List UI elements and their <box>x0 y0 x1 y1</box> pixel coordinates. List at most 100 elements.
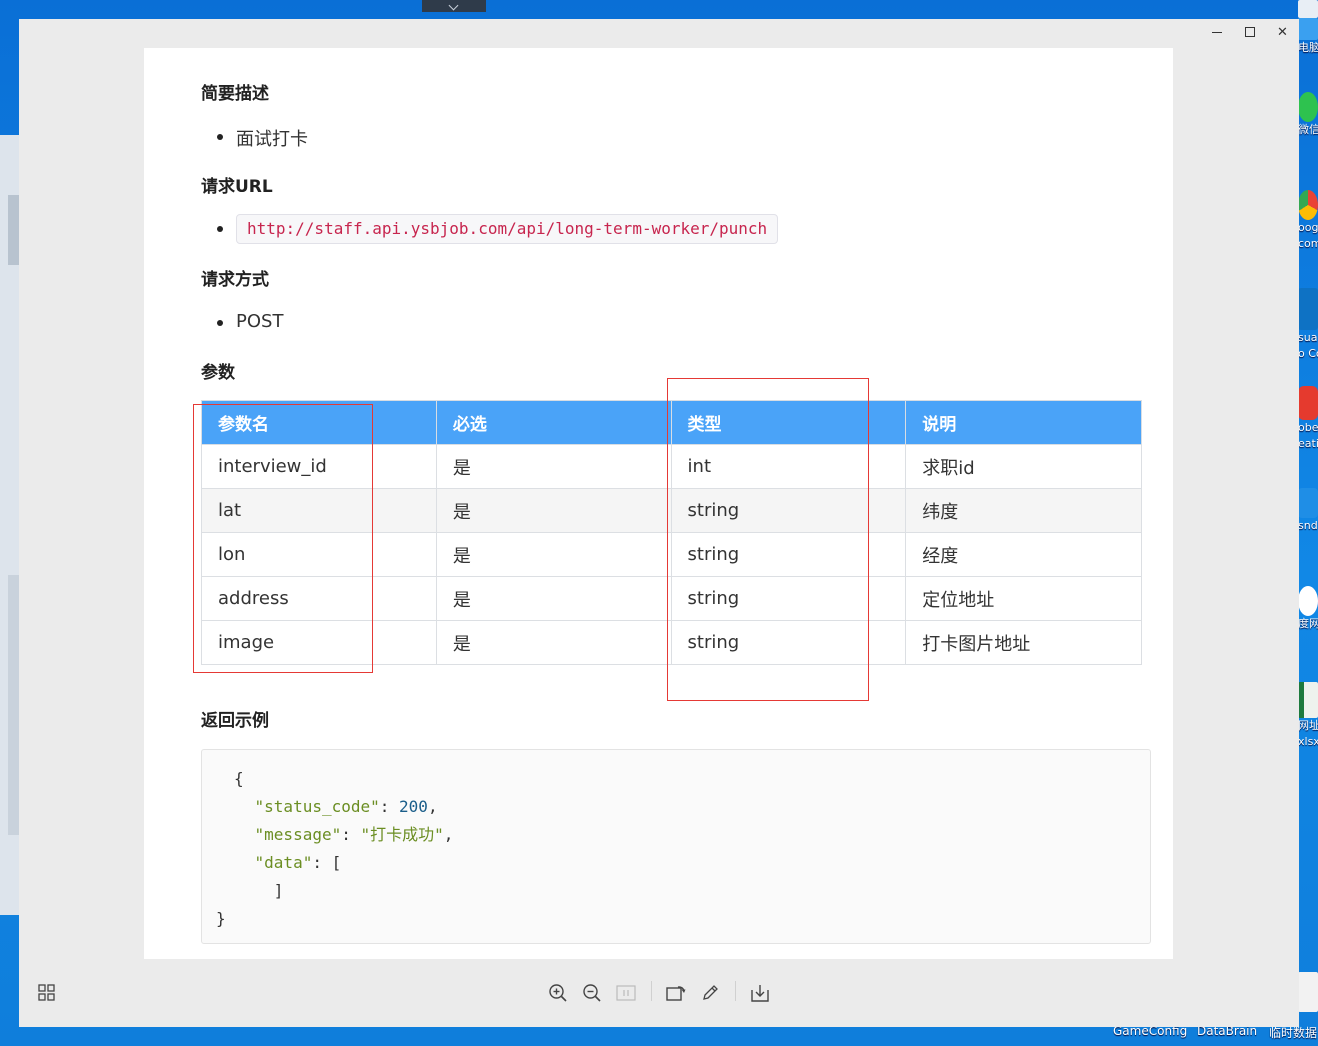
viewer-toolbar <box>19 969 1299 1019</box>
param-type: string <box>670 620 907 665</box>
close-button[interactable]: ✕ <box>1266 19 1299 45</box>
code-data-close: ] <box>273 881 284 900</box>
desktop-icon-recycle-bin[interactable] <box>1298 0 1318 18</box>
param-type: string <box>670 532 907 577</box>
param-description: 求职id <box>905 444 1142 489</box>
bullet-dot <box>217 226 223 232</box>
maximize-button[interactable] <box>1233 19 1266 45</box>
param-name: interview_id <box>201 444 437 489</box>
edit-button[interactable] <box>698 981 722 1005</box>
request-url-code: http://staff.api.ysbjob.com/api/long-ter… <box>236 214 779 244</box>
return-example-code: { "status_code": 200, "message": "打卡成功",… <box>201 749 1151 944</box>
rotate-button[interactable] <box>664 981 688 1005</box>
save-button[interactable] <box>748 981 772 1005</box>
code-key-message: "message" <box>254 825 342 844</box>
minimize-icon <box>1211 31 1222 33</box>
grid-view-button[interactable] <box>35 981 59 1005</box>
section-title-url: 请求URL <box>201 177 273 197</box>
desktop-icon-browser[interactable]: 度网盘 <box>1298 586 1318 632</box>
table-row: address 是 string 定位地址 <box>201 576 1142 621</box>
computer-icon <box>1298 18 1318 40</box>
cloud-drive-icon <box>1298 586 1318 616</box>
table-row: image 是 string 打卡图片地址 <box>201 620 1142 665</box>
desktop-icon-adobe[interactable]: obe eati <box>1298 386 1318 452</box>
param-required: 是 <box>435 576 672 621</box>
app-icon <box>1298 488 1318 518</box>
minimize-button[interactable] <box>1200 19 1233 45</box>
desktop-icon-document[interactable] <box>1298 972 1318 1012</box>
param-description: 定位地址 <box>905 576 1142 621</box>
param-required: 是 <box>435 620 672 665</box>
desktop-icon-this-pc[interactable]: 电脑 <box>1298 18 1318 56</box>
close-icon: ✕ <box>1277 24 1288 40</box>
table-row: interview_id 是 int 求职id <box>201 444 1142 489</box>
actual-size-button[interactable] <box>614 981 638 1005</box>
param-required: 是 <box>435 444 672 489</box>
image-viewer-window: ✕ 简要描述 面试打卡 请求URL http://staff.api.ysbjo… <box>19 19 1299 1027</box>
window-controls: ✕ <box>1200 19 1299 45</box>
param-required: 是 <box>435 532 672 577</box>
desktop-icon-label: 网址 xlsx <box>1298 719 1318 748</box>
code-close-brace: } <box>216 909 226 928</box>
desktop-icon-label: obe eati <box>1298 421 1318 450</box>
background-window-edge <box>0 135 20 915</box>
actual-size-icon <box>616 985 636 1001</box>
grid-icon <box>38 984 55 1001</box>
table-row: lat 是 string 纬度 <box>201 488 1142 533</box>
code-value-status-code: 200 <box>399 797 428 816</box>
param-name: image <box>201 620 437 665</box>
zoom-out-icon <box>583 984 601 1002</box>
section-title-description: 简要描述 <box>201 84 269 104</box>
desktop-icon-label: 微信 <box>1298 123 1318 136</box>
param-required: 是 <box>435 488 672 533</box>
code-open-brace: { <box>234 769 244 788</box>
desktop-icon-vscode[interactable]: sual o Co <box>1298 288 1318 362</box>
vscode-icon <box>1298 288 1318 330</box>
code-value-message: "打卡成功" <box>360 825 444 844</box>
desktop-icon-column: 电脑 微信 oogle com sual o Co obe eati snd 度… <box>1298 0 1318 1046</box>
param-name: address <box>201 576 437 621</box>
desktop-icon-label: oogle com <box>1298 221 1318 250</box>
column-header-required: 必选 <box>435 400 672 445</box>
document-icon <box>1298 972 1318 1012</box>
param-name: lon <box>201 532 437 577</box>
wechat-icon <box>1298 92 1318 122</box>
maximize-icon <box>1244 27 1255 37</box>
adobe-icon <box>1298 386 1318 420</box>
desktop-icon-label: 电脑 <box>1298 41 1318 54</box>
code-key-status-code: "status_code" <box>254 797 380 816</box>
param-description: 纬度 <box>905 488 1142 533</box>
chrome-icon <box>1298 190 1318 220</box>
code-key-data: "data" <box>254 853 313 872</box>
section-title-return: 返回示例 <box>201 711 269 731</box>
toolbar-separator <box>735 981 736 1001</box>
param-type: int <box>670 444 907 489</box>
column-header-type: 类型 <box>670 400 907 445</box>
save-icon <box>751 985 769 1002</box>
desktop-icon-app[interactable]: snd <box>1298 488 1318 534</box>
edit-icon <box>703 985 718 1000</box>
bullet-dot <box>217 134 223 140</box>
document-image: 简要描述 面试打卡 请求URL http://staff.api.ysbjob.… <box>144 48 1173 959</box>
zoom-in-button[interactable] <box>546 981 570 1005</box>
recycle-bin-icon <box>1298 0 1318 18</box>
desktop-icon-excel[interactable]: 网址 xlsx <box>1298 682 1318 750</box>
description-item: 面试打卡 <box>236 129 308 150</box>
zoom-out-button[interactable] <box>580 981 604 1005</box>
params-table: 参数名 必选 类型 说明 interview_id 是 int 求职id lat… <box>201 400 1142 665</box>
desktop-icon-wechat[interactable]: 微信 <box>1298 92 1318 138</box>
desktop-icon-label: sual o Co <box>1298 331 1318 360</box>
desktop-icon-chrome[interactable]: oogle com <box>1298 190 1318 252</box>
code-data-open: [ <box>331 853 342 872</box>
toolbar-separator <box>651 981 652 1001</box>
desktop-icon-label: snd <box>1298 519 1318 532</box>
zoom-in-icon <box>549 984 567 1002</box>
bullet-dot <box>217 320 223 326</box>
rotate-icon <box>666 986 686 1001</box>
section-title-params: 参数 <box>201 363 235 383</box>
desktop-top-tab[interactable] <box>422 0 486 12</box>
param-description: 打卡图片地址 <box>905 620 1142 665</box>
table-header-row: 参数名 必选 类型 说明 <box>201 400 1142 445</box>
desktop-icon-label: 度网盘 <box>1298 617 1318 630</box>
column-header-description: 说明 <box>905 400 1142 445</box>
